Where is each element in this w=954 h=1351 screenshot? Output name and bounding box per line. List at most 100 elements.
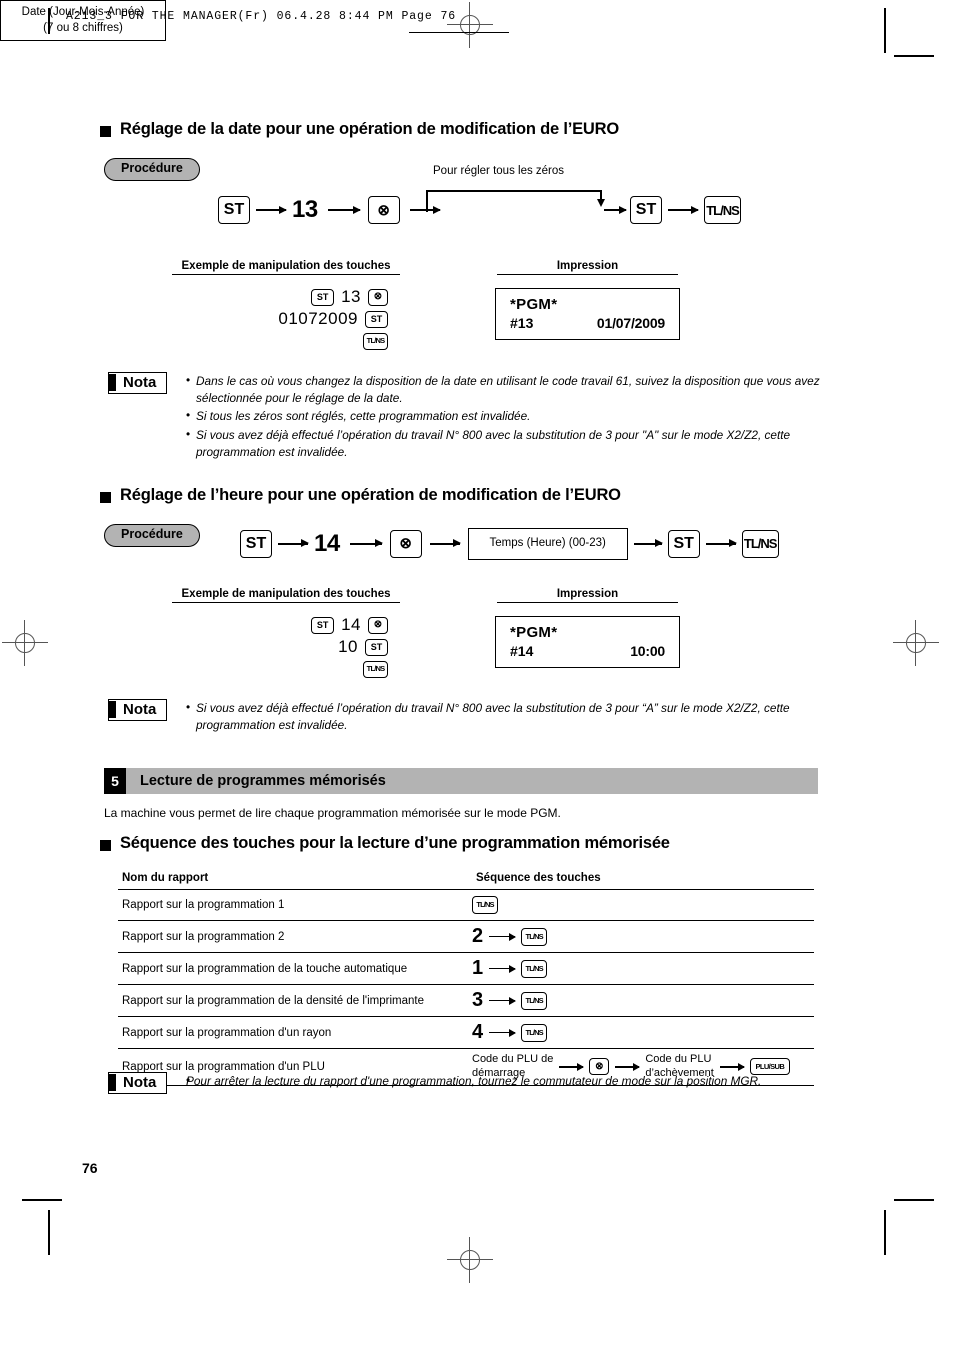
nota-item: Si vous avez déjà effectué l’opération d… <box>186 426 826 461</box>
flow-arrow-5 <box>668 205 699 214</box>
square-bullet-icon <box>100 492 111 503</box>
key-st-small-2: ST <box>365 310 388 328</box>
nota-bar-icon-2 <box>109 701 116 718</box>
nota-item: Dans le cas où vous changez la dispositi… <box>186 372 826 407</box>
example-keyseq-date: ST 13 ⊗ 01072009 ST TL/NS <box>230 286 388 352</box>
table-header-sequence: Séquence des touches <box>476 872 601 884</box>
section-banner-title: Lecture de programmes mémorisés <box>126 768 818 794</box>
registration-mark-top <box>447 2 493 48</box>
procedure-badge-date: Procédure <box>104 158 200 181</box>
running-head-underline <box>409 32 509 33</box>
key-st-small-3: ST <box>311 616 335 634</box>
example-row-4: ST 14 ⊗ <box>230 614 388 636</box>
example-header-date: Exemple de manipulation des touches <box>172 260 400 275</box>
nota-item: Si tous les zéros sont réglés, cette pro… <box>186 407 826 425</box>
plu-end-label-line1: Code du PLU <box>645 1053 712 1065</box>
flow-arrow-10 <box>705 539 737 548</box>
receipt-date-value: 01/07/2009 <box>596 315 665 331</box>
running-head-rule <box>48 8 49 34</box>
flow-databox-time: Temps (Heure) (00-23) <box>467 528 628 560</box>
key-tlns-row-5: TL/NS <box>521 1023 548 1042</box>
section-intro-text: La machine vous permet de lire chaque pr… <box>104 806 561 820</box>
flow-arrow-2 <box>327 205 361 214</box>
key-multiply-icon-2: ⊗ <box>389 529 422 558</box>
report-name: Rapport sur la programmation 1 <box>122 899 285 911</box>
square-bullet-icon <box>100 126 111 137</box>
example-row-3: TL/NS <box>230 330 388 352</box>
report-name: Rapport sur la programmation de la densi… <box>122 994 424 1007</box>
example-row-5: 10 ST <box>230 636 388 658</box>
flow-arrow-4 <box>604 205 627 214</box>
flow-loop-label-date: Pour régler tous les zéros <box>433 165 565 177</box>
example-value-1: 13 <box>341 287 361 306</box>
nota-body-read: Pour arrêter la lecture du rapport d'une… <box>186 1072 836 1091</box>
key-st-2: ST <box>630 196 662 224</box>
nota-tag-2: Nota <box>108 699 168 721</box>
table-header-name: Nom du rapport <box>122 872 209 884</box>
impression-header-time: Impression <box>497 588 678 603</box>
key-tlns-small-2: TL/NS <box>363 660 388 678</box>
key-tlns-row-2: TL/NS <box>521 927 548 946</box>
heading-key-sequence-label: Séquence des touches pour la lecture d’u… <box>120 834 670 852</box>
table-header-row: Nom du rapport Séquence des touches <box>118 872 814 890</box>
example-row-6: TL/NS <box>230 658 388 680</box>
flow-arrow-1 <box>256 205 287 214</box>
receipt-time-value: 10:00 <box>630 643 665 659</box>
nota-label-3: Nota <box>123 1074 157 1091</box>
heading-date-setting: Réglage de la date pour une opération de… <box>100 120 860 139</box>
receipt-date-code: #13 <box>510 315 534 331</box>
report-name: Rapport sur la programmation de la touch… <box>122 962 408 975</box>
nota-item: Pour arrêter la lecture du rapport d'une… <box>186 1072 836 1090</box>
nota-label-1: Nota <box>123 374 157 391</box>
table-row: Rapport sur la programmation d'un rayon … <box>118 1017 814 1049</box>
key-multiply-icon-1: ⊗ <box>367 196 400 224</box>
receipt-time-code: #14 <box>510 643 534 659</box>
receipt-date-title: *PGM* <box>510 296 558 313</box>
report-digit: 4 <box>472 1021 484 1043</box>
key-tlns-row-1: TL/NS <box>472 896 498 914</box>
report-name: Rapport sur la programmation 2 <box>122 930 285 943</box>
nota-label-2: Nota <box>123 701 157 718</box>
document-page: A213_3 FOR THE MANAGER(Fr) 06.4.28 8:44 … <box>0 0 954 1351</box>
table-row: Rapport sur la programmation de la touch… <box>118 953 814 985</box>
receipt-time: *PGM* #14 10:00 <box>495 616 680 668</box>
nota-bar-icon-1 <box>109 374 116 391</box>
key-st-small-1: ST <box>311 288 335 306</box>
key-st-1: ST <box>218 196 250 224</box>
heading-date-setting-label: Réglage de la date pour une opération de… <box>120 120 619 138</box>
report-table: Nom du rapport Séquence des touches Rapp… <box>118 872 814 1086</box>
report-digit: 2 <box>472 925 484 947</box>
key-st-4: ST <box>667 529 700 558</box>
nota-tag-1: Nota <box>108 372 168 394</box>
nota-body-date: Dans le cas où vous changez la dispositi… <box>186 372 826 462</box>
table-row: Rapport sur la programmation de la densi… <box>118 985 814 1017</box>
key-st-3: ST <box>240 529 272 558</box>
nota-tag-3: Nota <box>108 1072 168 1094</box>
registration-mark-left <box>2 620 48 666</box>
key-multiply-icon-small-2: ⊗ <box>368 616 388 634</box>
table-row: Rapport sur la programmation 2 2 TL/NS <box>118 921 814 953</box>
registration-mark-bottom <box>447 1237 493 1283</box>
report-digit: 1 <box>472 957 484 979</box>
page-number: 76 <box>82 1160 98 1176</box>
nota-item: Si vous avez déjà effectué l’opération d… <box>186 699 826 734</box>
example-value-2: 01072009 <box>278 309 358 328</box>
square-bullet-icon <box>100 840 111 851</box>
flow-arrow-3 <box>409 205 441 214</box>
key-tlns-1: TL/NS <box>704 196 741 224</box>
heading-key-sequence: Séquence des touches pour la lecture d’u… <box>100 834 880 853</box>
registration-mark-right <box>893 620 939 666</box>
key-st-small-4: ST <box>365 638 388 656</box>
key-tlns-2: TL/NS <box>741 529 779 558</box>
report-sequence: 1 TL/NS <box>472 953 814 985</box>
flow-code-date: 13 <box>292 196 318 223</box>
section-number: 5 <box>104 768 126 794</box>
flow-arrow-7 <box>349 539 383 548</box>
key-tlns-row-3: TL/NS <box>521 959 548 978</box>
key-tlns-small-1: TL/NS <box>363 332 388 350</box>
heading-time-setting: Réglage de l’heure pour une opération de… <box>100 486 860 505</box>
report-sequence: 4 TL/NS <box>472 1017 814 1049</box>
example-keyseq-time: ST 14 ⊗ 10 ST TL/NS <box>230 614 388 680</box>
flow-arrow-6 <box>278 539 309 548</box>
section-banner-read: 5 Lecture de programmes mémorisés <box>104 768 818 794</box>
